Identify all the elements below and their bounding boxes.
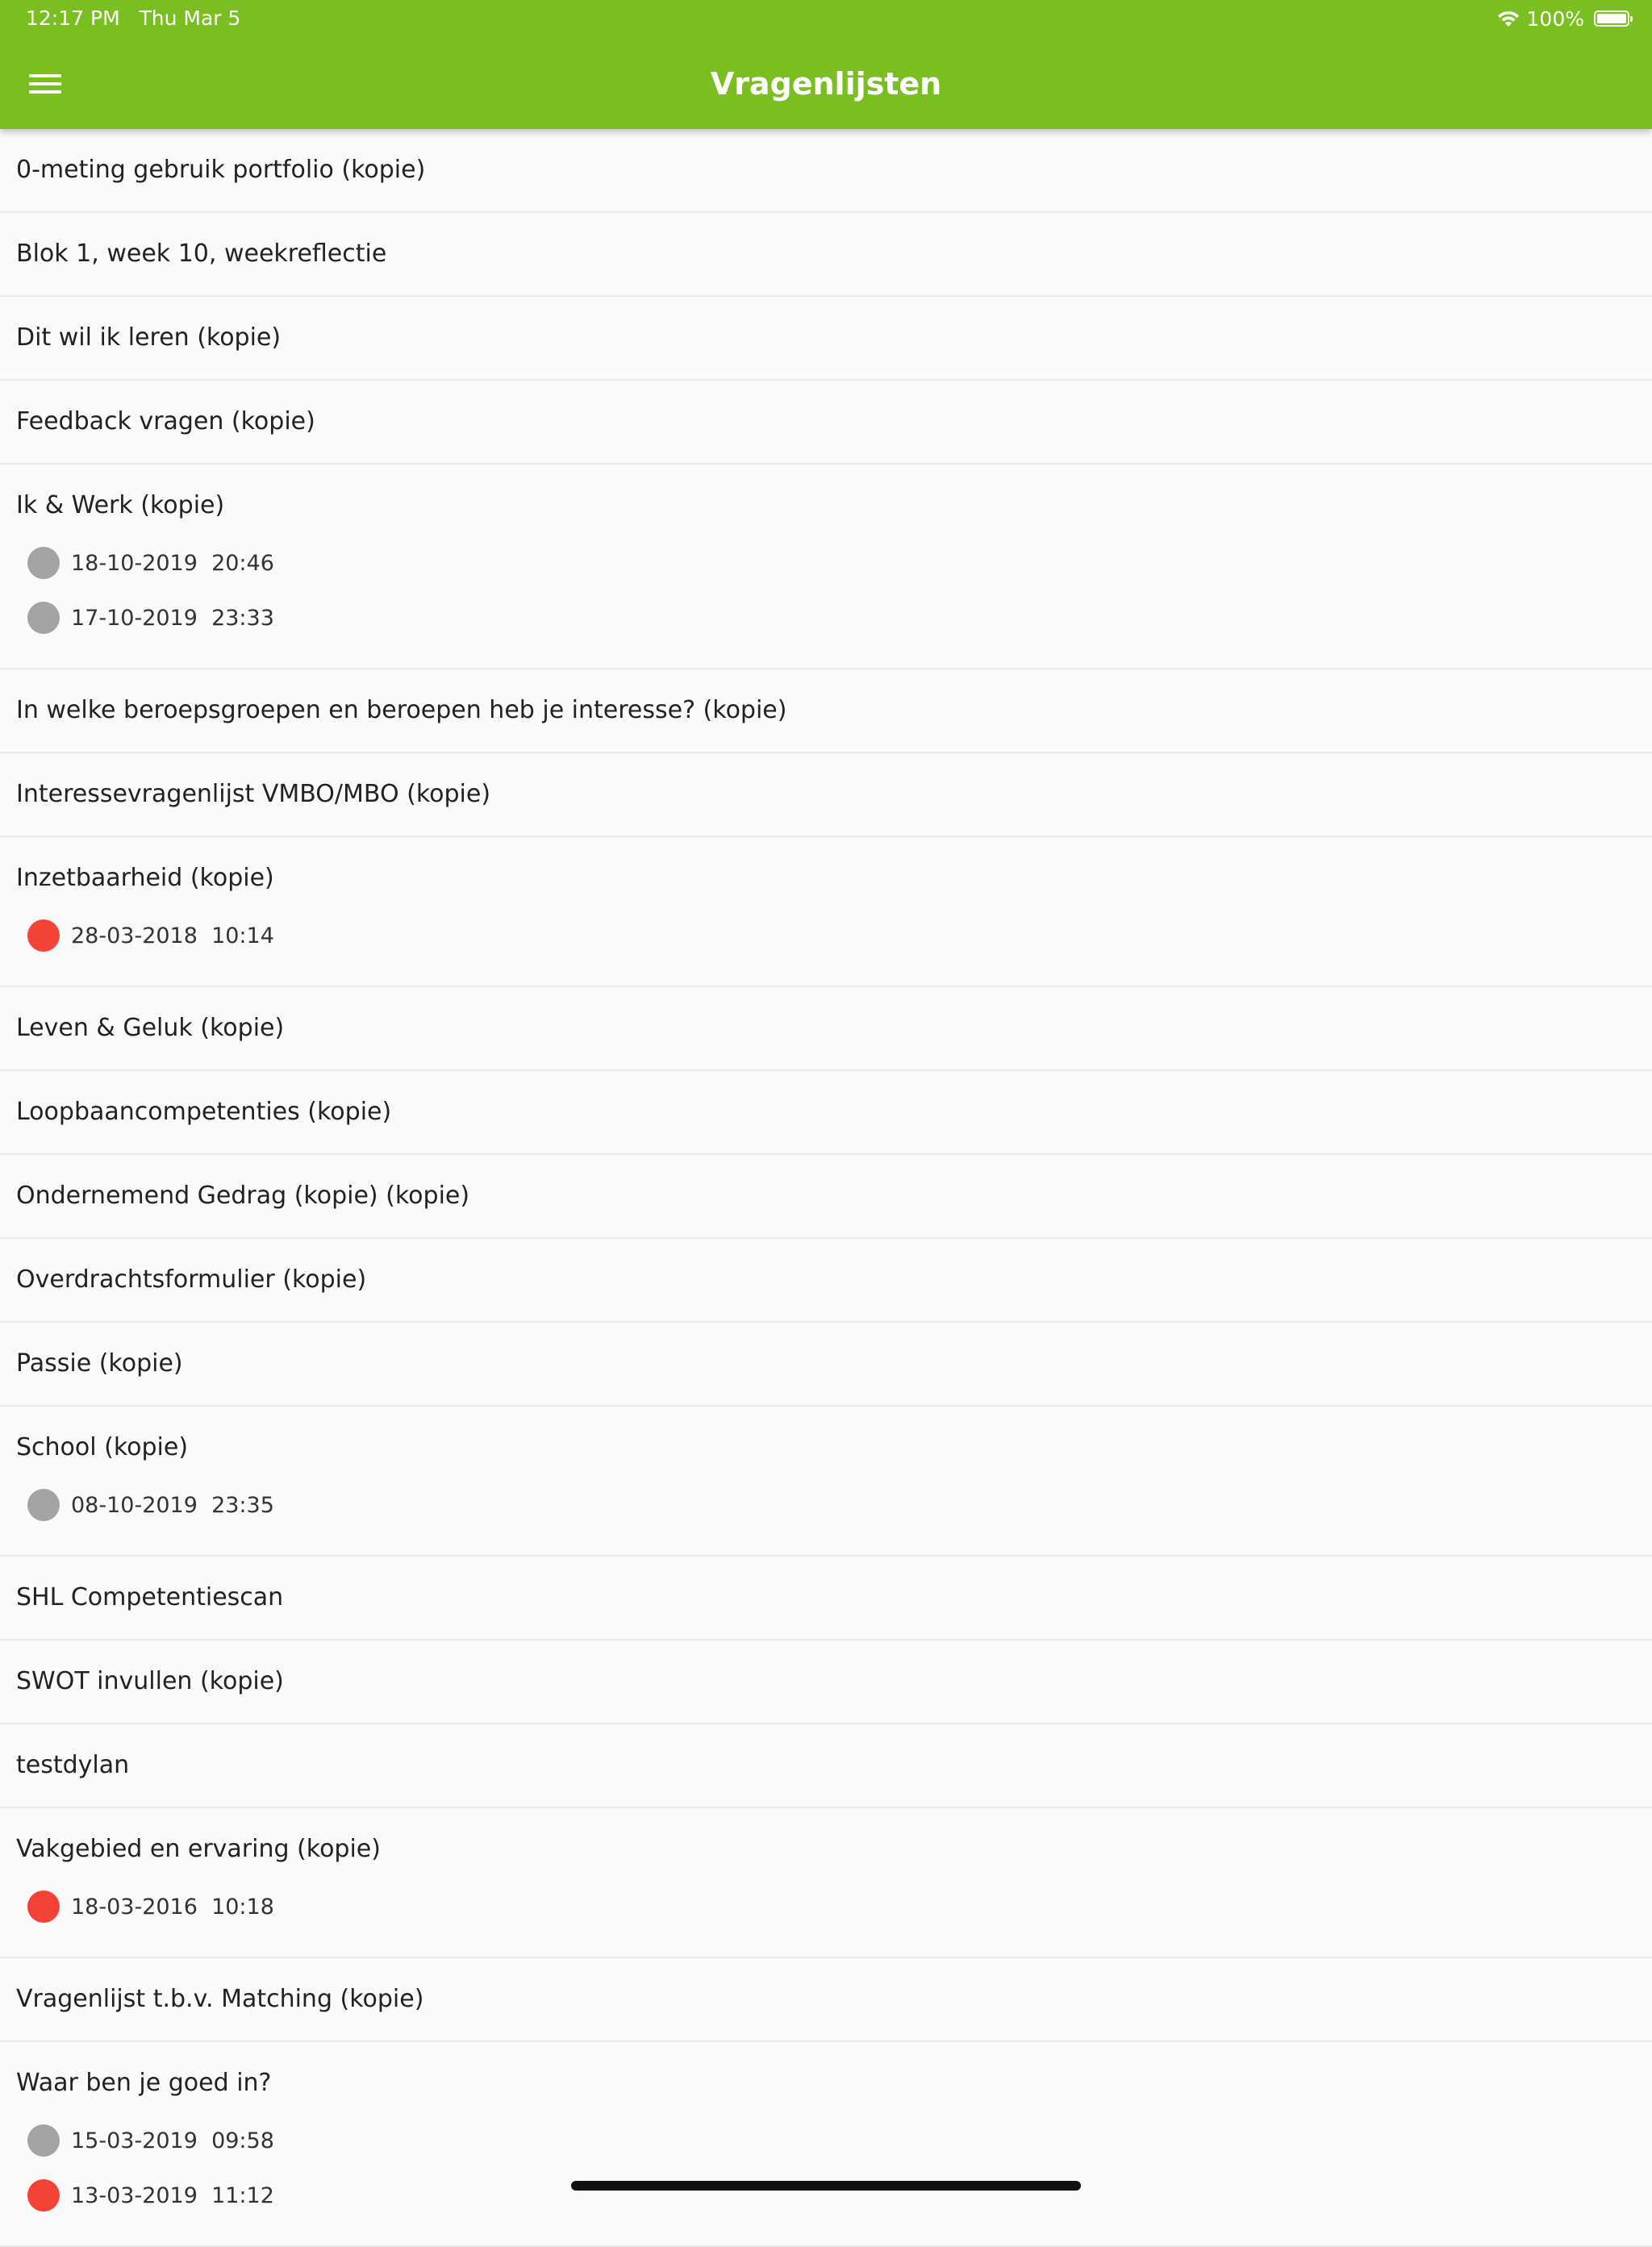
- questionnaire-title: Ik & Werk (kopie): [16, 491, 225, 519]
- questionnaire-title: 0-meting gebruik portfolio (kopie): [16, 156, 426, 184]
- status-dot-icon: [27, 602, 60, 634]
- submission-list: 18-10-2019 20:46 17-10-2019 23:33: [16, 536, 1636, 668]
- questionnaire-item[interactable]: SWOT invullen (kopie): [0, 1640, 1652, 1724]
- questionnaire-title: Passie (kopie): [16, 1349, 183, 1378]
- questionnaire-title: In welke beroepsgroepen en beroepen heb …: [16, 696, 787, 724]
- submission-list: 08-10-2019 23:35: [16, 1478, 1636, 1555]
- status-dot-icon: [27, 919, 60, 952]
- app-header: 12:17 PM Thu Mar 5 100% Vragenlijsten: [0, 0, 1652, 129]
- questionnaire-title: Vakgebied en ervaring (kopie): [16, 1835, 381, 1863]
- questionnaire-item[interactable]: Loopbaancompetenties (kopie): [0, 1071, 1652, 1155]
- questionnaire-item[interactable]: SHL Competentiescan: [0, 1557, 1652, 1640]
- questionnaire-title: Interessevragenlijst VMBO/MBO (kopie): [16, 780, 491, 808]
- questionnaire-item[interactable]: Overdrachtsformulier (kopie): [0, 1239, 1652, 1323]
- questionnaire-title: Inzetbaarheid (kopie): [16, 864, 274, 892]
- questionnaire-title: Vragenlijst t.b.v. Matching (kopie): [16, 1985, 424, 2013]
- status-dot-icon: [27, 547, 60, 579]
- questionnaire-item[interactable]: Waar ben je goed in? 15-03-2019 09:58 13-0…: [0, 2042, 1652, 2247]
- questionnaire-item[interactable]: Ik & Werk (kopie) 18-10-2019 20:46 17-10-2…: [0, 465, 1652, 669]
- submission-entry[interactable]: 17-10-2019 23:33: [16, 590, 1636, 645]
- questionnaire-title: Feedback vragen (kopie): [16, 407, 315, 436]
- submission-list: 15-03-2019 09:58 13-03-2019 11:12: [16, 2113, 1636, 2245]
- submission-entry[interactable]: 08-10-2019 23:35: [16, 1478, 1636, 1532]
- questionnaire-title: Blok 1, week 10, weekreflectie: [16, 240, 387, 268]
- questionnaire-title: Loopbaancompetenties (kopie): [16, 1098, 392, 1126]
- questionnaire-item[interactable]: In welke beroepsgroepen en beroepen heb …: [0, 669, 1652, 753]
- questionnaire-item[interactable]: Vragenlijst t.b.v. Matching (kopie): [0, 1958, 1652, 2042]
- submission-entry[interactable]: 18-10-2019 20:46: [16, 536, 1636, 590]
- submission-datetime: 15-03-2019 09:58: [71, 2128, 274, 2153]
- status-dot-icon: [27, 2179, 60, 2212]
- submission-datetime: 17-10-2019 23:33: [71, 605, 274, 631]
- home-indicator[interactable]: [571, 2181, 1081, 2191]
- submission-datetime: 18-10-2019 20:46: [71, 550, 274, 576]
- status-dot-icon: [27, 2124, 60, 2157]
- submission-datetime: 08-10-2019 23:35: [71, 1492, 274, 1518]
- questionnaire-item[interactable]: Interessevragenlijst VMBO/MBO (kopie): [0, 753, 1652, 837]
- status-time: 12:17 PM Thu Mar 5: [26, 6, 241, 30]
- submission-datetime: 13-03-2019 11:12: [71, 2182, 274, 2208]
- questionnaire-item[interactable]: Passie (kopie): [0, 1323, 1652, 1407]
- questionnaire-item[interactable]: Blok 1, week 10, weekreflectie: [0, 213, 1652, 297]
- questionnaire-title: Dit wil ik leren (kopie): [16, 323, 282, 352]
- submission-list: 18-03-2016 10:18: [16, 1879, 1636, 1957]
- questionnaire-item[interactable]: Vakgebied en ervaring (kopie) 18-03-2016 …: [0, 1808, 1652, 1958]
- submission-entry[interactable]: 13-03-2019 11:12: [16, 2168, 1636, 2223]
- questionnaire-item[interactable]: testdylan: [0, 1724, 1652, 1808]
- questionnaire-title: Waar ben je goed in?: [16, 2069, 272, 2097]
- submission-list: 28-03-2018 10:14: [16, 908, 1636, 986]
- questionnaire-item[interactable]: 0-meting gebruik portfolio (kopie): [0, 129, 1652, 213]
- questionnaire-item[interactable]: Inzetbaarheid (kopie) 28-03-2018 10:14: [0, 837, 1652, 987]
- battery-icon: [1594, 10, 1633, 27]
- page-title: Vragenlijsten: [710, 66, 942, 102]
- submission-datetime: 28-03-2018 10:14: [71, 923, 274, 948]
- questionnaire-item[interactable]: Ondernemend Gedrag (kopie) (kopie): [0, 1155, 1652, 1239]
- questionnaire-item[interactable]: Leven & Geluk (kopie): [0, 987, 1652, 1071]
- questionnaire-title: Ondernemend Gedrag (kopie) (kopie): [16, 1182, 470, 1210]
- status-indicators: 100%: [1496, 6, 1633, 31]
- battery-percentage: 100%: [1526, 6, 1584, 31]
- questionnaire-list: 0-meting gebruik portfolio (kopie) Blok 1…: [0, 129, 1652, 2247]
- questionnaire-item[interactable]: Feedback vragen (kopie): [0, 381, 1652, 465]
- questionnaire-title: testdylan: [16, 1751, 130, 1779]
- status-dot-icon: [27, 1489, 60, 1521]
- questionnaire-title: Overdrachtsformulier (kopie): [16, 1265, 367, 1294]
- questionnaire-title: Leven & Geluk (kopie): [16, 1014, 285, 1042]
- submission-datetime: 18-03-2016 10:18: [71, 1894, 274, 1920]
- wifi-icon: [1497, 10, 1519, 27]
- battery-level: [1597, 14, 1626, 23]
- questionnaire-item[interactable]: School (kopie) 08-10-2019 23:35: [0, 1407, 1652, 1557]
- questionnaire-item[interactable]: Dit wil ik leren (kopie): [0, 297, 1652, 381]
- questionnaire-title: SWOT invullen (kopie): [16, 1667, 284, 1695]
- status-dot-icon: [27, 1891, 60, 1923]
- questionnaire-title: SHL Competentiescan: [16, 1583, 284, 1611]
- questionnaire-title: School (kopie): [16, 1433, 189, 1461]
